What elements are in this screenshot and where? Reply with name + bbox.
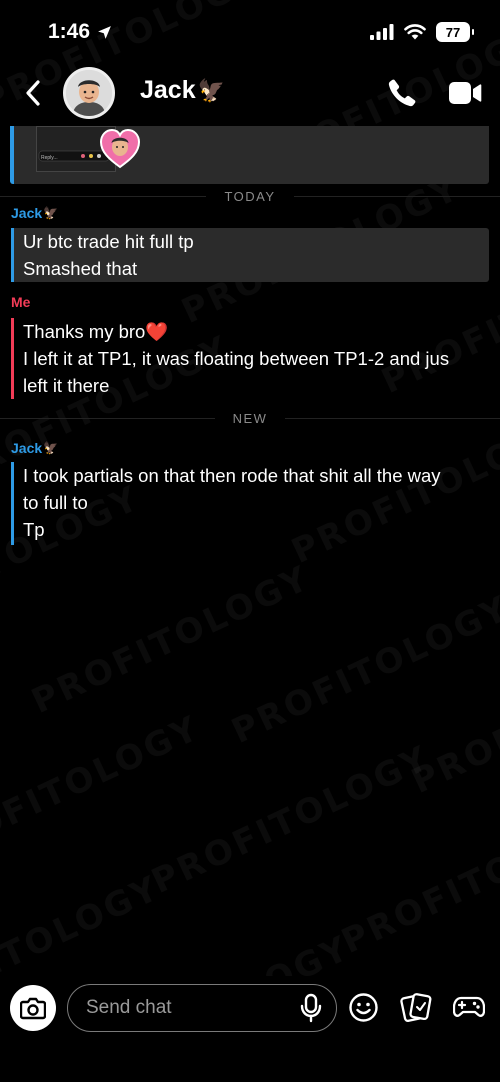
bitmoji-avatar-icon <box>66 70 112 116</box>
divider-line <box>285 417 500 419</box>
contact-name[interactable]: Jack 🦅 <box>140 76 225 105</box>
microphone-icon <box>300 993 322 1023</box>
previous-media-message[interactable]: Reply... <box>10 126 489 184</box>
status-time: 1:46 <box>48 20 113 44</box>
cellular-signal-icon <box>370 24 394 40</box>
chat-messages[interactable]: Reply... TODAY Jack 🦅 Ur btc trade hit f… <box>0 126 500 976</box>
message-line: to full to <box>23 492 88 513</box>
message-line: Ur btc trade hit full tp <box>23 231 194 252</box>
clock-label: 1:46 <box>48 20 91 43</box>
games-button[interactable] <box>452 993 486 1021</box>
divider-line <box>293 195 500 197</box>
chat-message[interactable]: I took partials on that then rode that s… <box>11 462 489 545</box>
sender-name: Jack <box>11 440 43 456</box>
battery-level: 77 <box>445 24 461 40</box>
status-bar: 1:46 77 <box>0 0 500 62</box>
smiley-icon <box>349 993 378 1022</box>
contact-name-label: Jack <box>140 76 196 104</box>
sender-emoji: 🦅 <box>43 206 59 220</box>
message-line: Smashed that <box>23 258 138 279</box>
day-divider-label: TODAY <box>224 188 276 204</box>
new-divider-label: NEW <box>232 410 268 426</box>
sender-name: Jack <box>11 205 43 221</box>
call-button[interactable] <box>386 77 418 109</box>
emoji-button[interactable] <box>348 992 379 1023</box>
camera-icon <box>20 997 46 1020</box>
message-line: I took partials on that then rode that s… <box>23 465 441 486</box>
heart-avatar-icon <box>99 128 141 169</box>
heart-avatar-sticker <box>99 128 141 170</box>
contact-avatar[interactable] <box>63 67 115 119</box>
contact-emoji: 🦅 <box>197 77 226 103</box>
sender-emoji: 🦅 <box>43 441 59 455</box>
gamepad-icon <box>452 996 486 1017</box>
chat-header: Jack 🦅 <box>0 62 500 126</box>
camera-button[interactable] <box>10 985 56 1031</box>
thumbnail-caption: Reply... <box>41 155 58 161</box>
video-camera-icon <box>449 82 482 104</box>
divider-line <box>0 417 215 419</box>
message-line: Tp <box>23 519 45 540</box>
new-messages-divider: NEW <box>0 408 500 428</box>
chat-input-box[interactable] <box>67 984 337 1032</box>
location-arrow-icon <box>98 25 111 39</box>
wifi-icon <box>404 24 426 40</box>
message-sender: Jack 🦅 <box>11 440 58 456</box>
microphone-button[interactable] <box>297 993 325 1023</box>
chat-message[interactable]: Thanks my bro❤️ I left it at TP1, it was… <box>11 318 489 399</box>
video-call-button[interactable] <box>448 79 482 107</box>
divider-line <box>0 195 207 197</box>
message-line: I left it at TP1, it was floating betwee… <box>23 348 450 369</box>
chat-composer <box>0 976 500 1082</box>
sticker-icon <box>400 993 432 1022</box>
battery-indicator: 77 <box>436 22 474 42</box>
sender-name: Me <box>11 294 31 310</box>
back-button[interactable] <box>18 76 48 110</box>
message-sender: Jack 🦅 <box>11 205 58 221</box>
message-sender: Me <box>11 294 31 310</box>
saved-message[interactable]: Ur btc trade hit full tp Smashed that <box>11 228 489 282</box>
sticker-button[interactable] <box>400 992 432 1023</box>
phone-icon <box>388 79 416 107</box>
day-divider: TODAY <box>0 186 500 206</box>
message-line: Thanks my bro❤️ <box>23 321 169 342</box>
status-indicators: 77 <box>370 22 474 42</box>
message-line: left it there <box>23 375 110 396</box>
send-chat-input[interactable] <box>86 985 286 1031</box>
chevron-left-icon <box>26 80 40 106</box>
